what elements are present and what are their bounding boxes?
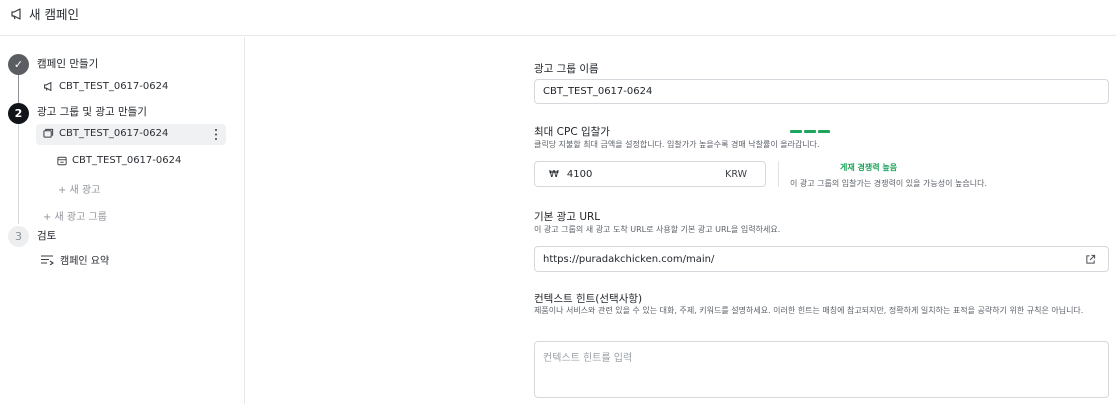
max-cpc-value: 4100: [566, 168, 593, 180]
add-ad-button[interactable]: + 새 광고: [58, 181, 100, 196]
sidebar-item-campaign-summary[interactable]: 캠페인 요약: [40, 252, 109, 267]
step-complete-check-icon: ✓: [8, 54, 29, 75]
step-number-badge: 3: [8, 226, 29, 247]
megaphone-icon: [11, 8, 21, 20]
ad-name: CBT_TEST_0617-0624: [72, 155, 182, 166]
competition-bar-icon: [790, 130, 802, 133]
max-cpc-label: 최대 CPC 입찰가: [534, 126, 610, 138]
megaphone-icon: [44, 81, 52, 92]
context-hint-label: 컨텍스트 힌트(선택사항): [534, 293, 643, 305]
context-hint-help: 제품이나 서비스와 관련 있을 수 있는 대화, 주제, 키워드를 설명하세요.…: [534, 306, 1084, 315]
add-ad-group-button[interactable]: + 새 광고 그룹: [43, 208, 107, 223]
step-label-ad-groups[interactable]: 광고 그룹 및 광고 만들기: [37, 104, 147, 119]
base-url-label: 기본 광고 URL: [534, 211, 601, 223]
max-cpc-input[interactable]: ₩ 4100 KRW: [534, 161, 766, 187]
summary-list-icon: [41, 255, 54, 265]
top-bar: 새 캠페인: [0, 0, 1116, 36]
step-label-create-campaign[interactable]: 캠페인 만들기: [37, 56, 98, 71]
campaign-name: CBT_TEST_0617-0624: [59, 81, 169, 92]
base-url-help: 이 광고 그룹의 새 광고 도착 URL로 사용할 기본 광고 URL을 입력하…: [534, 225, 781, 234]
step-connector: [18, 124, 19, 224]
ad-group-name-label: 광고 그룹 이름: [534, 63, 599, 75]
competition-bar-icon: [818, 130, 830, 133]
currency-symbol: ₩: [549, 168, 559, 180]
competition-bar-icon: [804, 130, 816, 133]
ad-icon: [57, 156, 67, 165]
external-link-icon[interactable]: [1085, 254, 1096, 265]
ad-group-icon: [43, 128, 54, 138]
step-sidebar: ✓ 캠페인 만들기 CBT_TEST_0617-0624 2 광고 그룹 및 광…: [0, 37, 245, 404]
sidebar-item-ad-group[interactable]: CBT_TEST_0617-0624: [43, 128, 168, 139]
more-options-icon[interactable]: [212, 128, 220, 141]
base-url-value: https://puradakchicken.com/main/: [543, 253, 715, 265]
ad-group-name-input[interactable]: CBT_TEST_0617-0624: [534, 79, 1109, 104]
ad-group-name: CBT_TEST_0617-0624: [59, 128, 169, 139]
step-number-badge: 2: [8, 103, 29, 124]
base-url-input[interactable]: https://puradakchicken.com/main/: [534, 246, 1109, 272]
max-cpc-help: 클릭당 지불할 최대 금액을 설정합니다. 입찰가가 높을수록 경매 낙찰률이 …: [534, 140, 820, 149]
bid-divider: [778, 161, 779, 187]
page-title: 새 캠페인: [29, 7, 79, 22]
context-hint-input[interactable]: 컨텍스트 힌트를 입력: [534, 341, 1109, 398]
summary-label: 캠페인 요약: [60, 256, 110, 267]
sidebar-item-ad[interactable]: CBT_TEST_0617-0624: [57, 155, 181, 166]
step-label-review[interactable]: 검토: [37, 228, 56, 243]
step-connector: [18, 75, 19, 103]
currency-code: KRW: [725, 168, 747, 180]
competition-description: 이 광고 그룹의 입찰가는 경쟁력이 있을 가능성이 높습니다.: [790, 179, 987, 188]
sidebar-item-campaign[interactable]: CBT_TEST_0617-0624: [43, 81, 168, 92]
competition-level: 게재 경쟁력 높음: [840, 163, 898, 172]
